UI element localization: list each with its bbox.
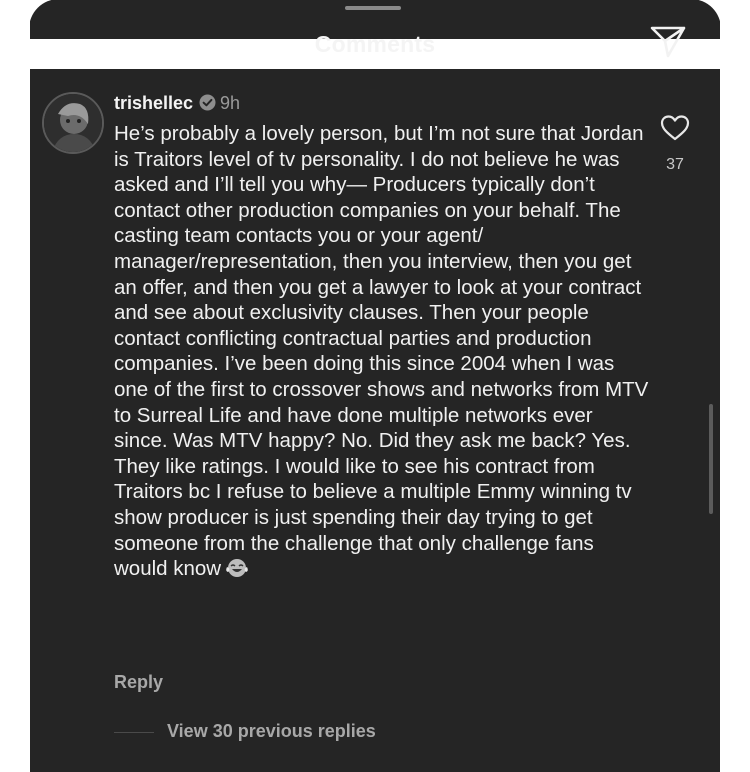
- page-title: Comments: [314, 31, 436, 57]
- like-count: 37: [666, 156, 684, 173]
- comments-sheet: Comments trishellec 9h He’s probably a l…: [30, 0, 720, 772]
- send-icon[interactable]: [649, 25, 687, 59]
- comment-header: trishellec 9h: [114, 92, 240, 114]
- replies-divider: [114, 732, 154, 733]
- scrollbar[interactable]: [709, 404, 713, 514]
- comment-text-content: He’s probably a lovely person, but I’m n…: [114, 122, 649, 581]
- verified-badge-icon: [199, 94, 216, 111]
- heart-icon[interactable]: [660, 114, 690, 142]
- tears-of-joy-emoji: [226, 559, 248, 578]
- view-previous-replies-button[interactable]: View 30 previous replies: [167, 721, 376, 742]
- comment-text: He’s probably a lovely person, but I’m n…: [114, 121, 649, 582]
- reply-button[interactable]: Reply: [114, 672, 163, 693]
- sheet-grab-handle[interactable]: [345, 6, 401, 10]
- avatar[interactable]: [42, 92, 104, 154]
- comment-time: 9h: [220, 93, 241, 113]
- comment-username[interactable]: trishellec: [114, 93, 193, 113]
